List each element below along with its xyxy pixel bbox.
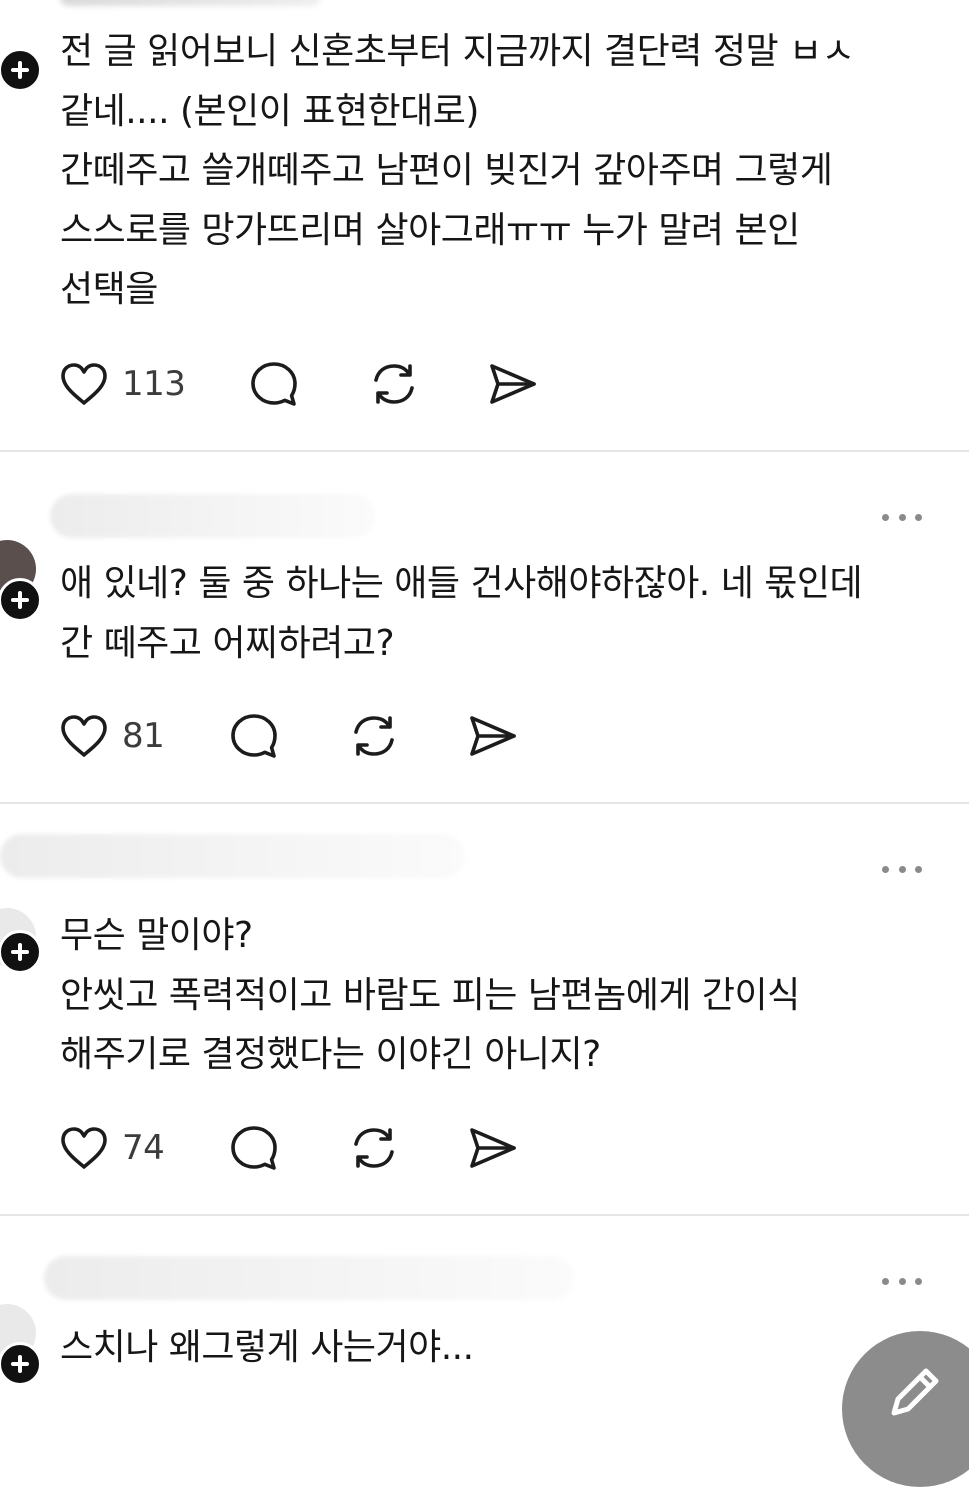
dot <box>898 865 906 873</box>
share-button[interactable] <box>486 356 540 412</box>
repost-button[interactable] <box>368 356 420 412</box>
follow-plus-icon[interactable] <box>0 930 42 974</box>
author-name-redacted <box>44 1256 574 1300</box>
heart-icon <box>61 1127 107 1169</box>
like-button[interactable]: 74 <box>58 1120 165 1176</box>
post-line: 전 글 읽어보니 신혼초부터 지금까지 결단력 정말 ㅂㅅ <box>60 31 855 72</box>
like-count: 81 <box>122 716 165 756</box>
action-bar: 113 <box>58 356 658 412</box>
heart-icon <box>61 363 107 405</box>
follow-plus-icon[interactable] <box>0 48 42 92</box>
more-options-button[interactable] <box>882 512 922 522</box>
send-icon <box>470 1128 516 1168</box>
author-name-redacted <box>60 0 320 6</box>
repost-icon <box>374 364 414 404</box>
repost-button[interactable] <box>348 708 400 764</box>
repost-button[interactable] <box>348 1120 400 1176</box>
like-count: 74 <box>122 1128 165 1168</box>
post-line: 안씻고 폭력적이고 바람도 피는 남편놈에게 간이식 <box>60 974 800 1016</box>
dot <box>898 513 906 521</box>
post-line: 간떼주고 쓸개떼주고 남편이 빚진거 갚아주며 그렇게 <box>60 150 833 191</box>
post-line: 간 떼주고 어찌하려고? <box>60 622 395 664</box>
post-line: 스치나 왜그렇게 사는거야... <box>60 1327 474 1368</box>
more-options-button[interactable] <box>882 864 922 874</box>
more-horizontal-icon <box>882 1277 889 1285</box>
thread-feed: 전 글 읽어보니 신혼초부터 지금까지 결단력 정말 ㅂㅅ 같네.... (본인… <box>0 0 969 1487</box>
heart-icon <box>61 715 107 757</box>
comment-bubble-icon <box>231 714 277 758</box>
comment-bubble-icon <box>251 362 297 406</box>
reply-button[interactable] <box>228 708 280 764</box>
more-horizontal-icon <box>882 865 889 873</box>
share-button[interactable] <box>466 1120 520 1176</box>
post-text: 스치나 왜그렇게 사는거야... <box>60 1318 940 1378</box>
post-divider <box>0 1214 969 1216</box>
post-line: 선택을 <box>60 269 158 310</box>
share-button[interactable] <box>466 708 520 764</box>
post-line: 해주기로 결정했다는 이야긴 아니지? <box>60 1034 601 1075</box>
post-line: 스스로를 망가뜨리며 살아그래ㅠㅠ 누가 말려 본인 <box>60 209 800 251</box>
comment-bubble-icon <box>231 1126 277 1170</box>
dot <box>898 1277 906 1285</box>
post-divider <box>0 450 969 452</box>
follow-plus-icon[interactable] <box>0 1342 42 1386</box>
like-button[interactable]: 81 <box>58 708 165 764</box>
like-button[interactable]: 113 <box>58 356 186 412</box>
dot <box>915 865 922 873</box>
send-icon <box>490 364 536 404</box>
dot <box>915 1277 922 1285</box>
post-line: 무슨 말이야? <box>60 915 253 956</box>
repost-icon <box>354 1128 394 1168</box>
action-bar: 81 <box>58 708 658 764</box>
post-line: 같네.... (본인이 표현한대로) <box>60 90 479 132</box>
post-divider <box>0 802 969 804</box>
like-count: 113 <box>122 364 186 404</box>
action-bar: 74 <box>58 1120 658 1176</box>
author-name-redacted <box>50 494 375 538</box>
post-text: 전 글 읽어보니 신혼초부터 지금까지 결단력 정말 ㅂㅅ 같네.... (본인… <box>60 22 940 320</box>
reply-button[interactable] <box>248 356 300 412</box>
send-icon <box>470 716 516 756</box>
dot <box>915 513 922 521</box>
follow-plus-icon[interactable] <box>0 578 42 622</box>
post-text: 무슨 말이야? 안씻고 폭력적이고 바람도 피는 남편놈에게 간이식 해주기로 … <box>60 906 940 1085</box>
more-horizontal-icon <box>882 513 889 521</box>
more-options-button[interactable] <box>882 1276 922 1286</box>
repost-icon <box>354 716 394 756</box>
reply-button[interactable] <box>228 1120 280 1176</box>
post-line: 애 있네? 둘 중 하나는 애들 건사해야하잖아. 네 몫인데 <box>60 563 863 604</box>
pencil-icon <box>891 1368 939 1416</box>
author-name-redacted <box>0 834 465 878</box>
post-text: 애 있네? 둘 중 하나는 애들 건사해야하잖아. 네 몫인데 간 떼주고 어찌… <box>60 554 940 673</box>
